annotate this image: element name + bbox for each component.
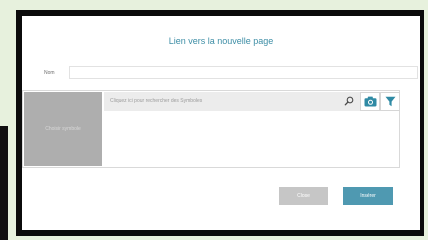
search-button[interactable] [343, 95, 355, 107]
name-label: Nom [44, 70, 55, 76]
name-input[interactable] [69, 66, 418, 79]
close-button[interactable]: Close [279, 187, 328, 205]
symbol-search-bar[interactable]: Cliquez ici pour rechercher des Symboles [104, 92, 360, 111]
search-icon [344, 96, 354, 106]
symbol-search-placeholder: Cliquez ici pour rechercher des Symboles [110, 98, 203, 104]
camera-icon [364, 96, 376, 107]
camera-button[interactable] [360, 92, 380, 111]
insert-button[interactable]: Insérer [343, 187, 393, 205]
dialog-title: Lien vers la nouvelle page [168, 36, 274, 46]
symbol-picker-label: Choisir symbole [45, 126, 81, 132]
filter-button[interactable] [380, 92, 400, 111]
filter-icon [385, 96, 395, 107]
symbol-picker[interactable]: Choisir symbole [24, 92, 102, 166]
background-window-edge [0, 126, 8, 240]
